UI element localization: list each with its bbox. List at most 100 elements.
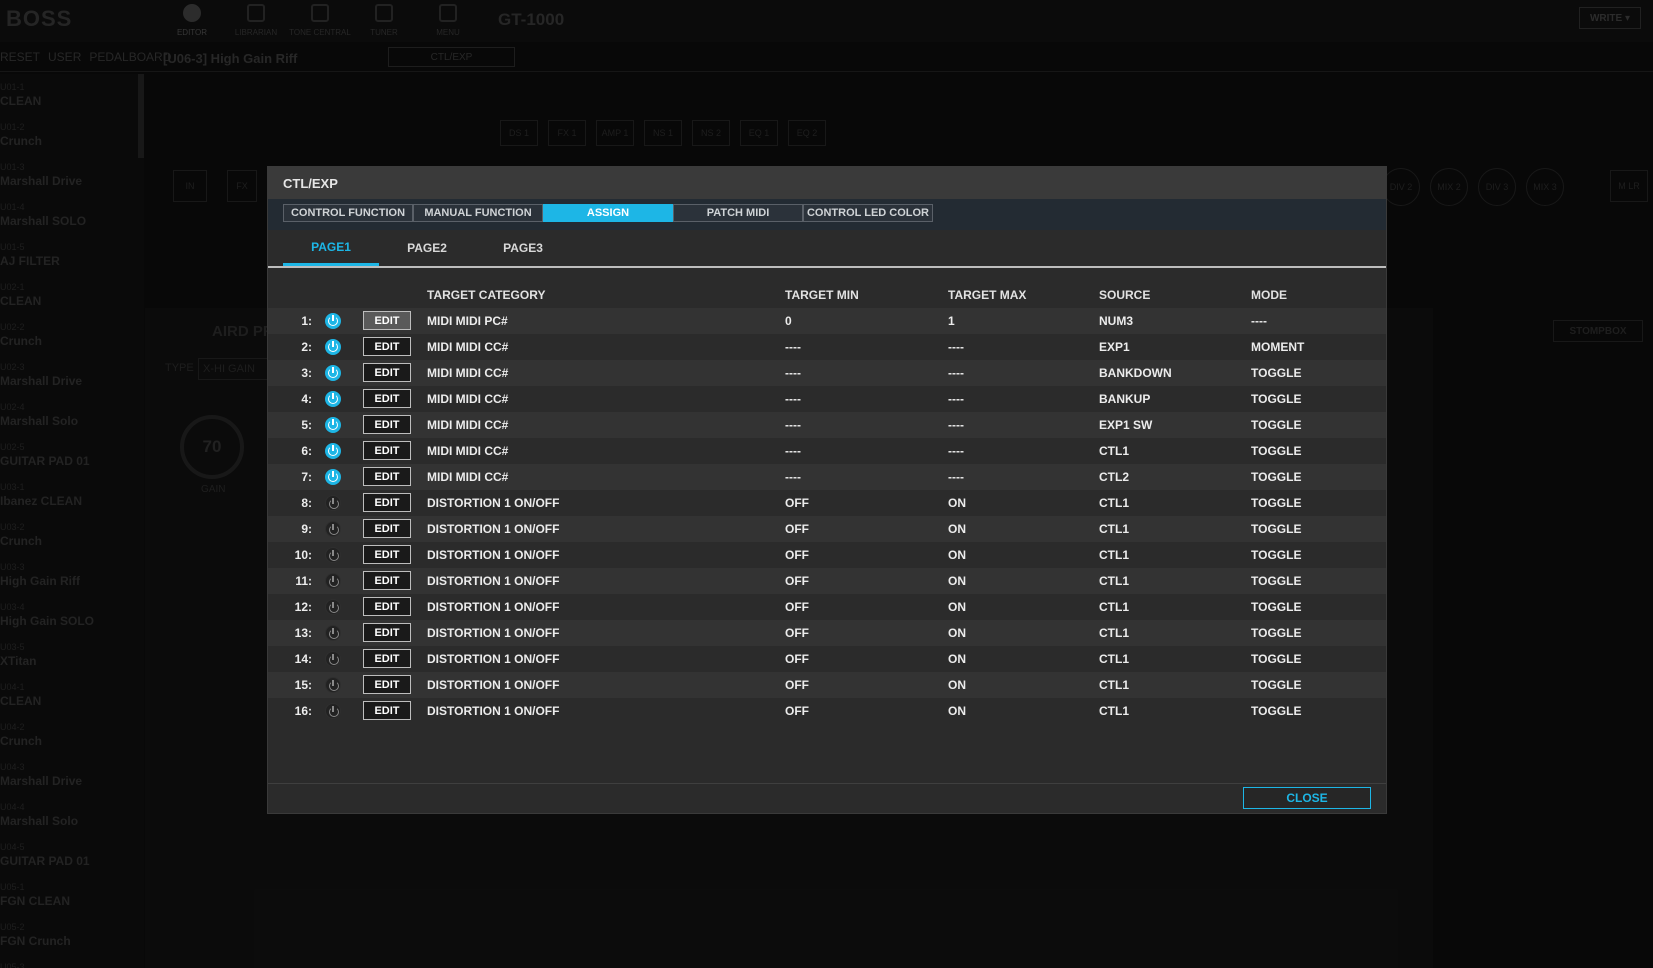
edit-button[interactable]: EDIT bbox=[363, 519, 411, 538]
edit-button[interactable]: EDIT bbox=[363, 337, 411, 356]
tab-control-function[interactable]: CONTROL FUNCTION bbox=[283, 204, 413, 222]
target-max: ---- bbox=[948, 340, 964, 354]
tab-patch-midi[interactable]: PATCH MIDI bbox=[673, 204, 803, 222]
source: CTL1 bbox=[1099, 652, 1129, 666]
target-category: DISTORTION 1 ON/OFF bbox=[427, 522, 560, 536]
power-icon[interactable] bbox=[325, 495, 341, 511]
power-icon[interactable] bbox=[325, 651, 341, 667]
edit-button[interactable]: EDIT bbox=[363, 597, 411, 616]
edit-button[interactable]: EDIT bbox=[363, 441, 411, 460]
edit-button[interactable]: EDIT bbox=[363, 571, 411, 590]
header-target-max: TARGET MAX bbox=[948, 288, 1027, 302]
target-max: ---- bbox=[948, 444, 964, 458]
target-max: ---- bbox=[948, 392, 964, 406]
assign-number: 8: bbox=[301, 496, 312, 510]
power-icon[interactable] bbox=[325, 469, 341, 485]
mode: TOGGLE bbox=[1251, 574, 1302, 588]
power-icon[interactable] bbox=[325, 677, 341, 693]
target-min: OFF bbox=[785, 574, 809, 588]
edit-button[interactable]: EDIT bbox=[363, 545, 411, 564]
target-max: ON bbox=[948, 704, 966, 718]
target-max: ---- bbox=[948, 418, 964, 432]
page-tab-2[interactable]: PAGE2 bbox=[379, 230, 475, 266]
tab-control-led-color[interactable]: CONTROL LED COLOR bbox=[803, 204, 933, 222]
close-button[interactable]: CLOSE bbox=[1243, 787, 1371, 809]
edit-button[interactable]: EDIT bbox=[363, 649, 411, 668]
dialog-tabs: CONTROL FUNCTION MANUAL FUNCTION ASSIGN PAT… bbox=[268, 199, 1386, 230]
edit-button[interactable]: EDIT bbox=[363, 467, 411, 486]
page-tab-3[interactable]: PAGE3 bbox=[475, 230, 571, 266]
power-icon[interactable] bbox=[325, 703, 341, 719]
target-category: DISTORTION 1 ON/OFF bbox=[427, 574, 560, 588]
power-icon[interactable] bbox=[325, 573, 341, 589]
target-category: MIDI MIDI CC# bbox=[427, 470, 509, 484]
power-icon[interactable] bbox=[325, 365, 341, 381]
source: CTL1 bbox=[1099, 522, 1129, 536]
tab-assign[interactable]: ASSIGN bbox=[543, 204, 673, 222]
assign-row: 3: EDIT MIDI MIDI CC# ---- ---- BANKDOWN TOGGL… bbox=[268, 360, 1386, 386]
mode: TOGGLE bbox=[1251, 600, 1302, 614]
assign-row: 6: EDIT MIDI MIDI CC# ---- ---- CTL1 TOGGLE bbox=[268, 438, 1386, 464]
target-min: OFF bbox=[785, 522, 809, 536]
power-icon[interactable] bbox=[325, 443, 341, 459]
source: BANKUP bbox=[1099, 392, 1151, 406]
target-category: MIDI MIDI CC# bbox=[427, 340, 509, 354]
power-icon[interactable] bbox=[325, 313, 341, 329]
target-max: ON bbox=[948, 652, 966, 666]
assign-number: 5: bbox=[301, 418, 312, 432]
assign-row: 12: EDIT DISTORTION 1 ON/OFF OFF ON CTL1 TOGGL… bbox=[268, 594, 1386, 620]
target-category: MIDI MIDI CC# bbox=[427, 392, 509, 406]
ctl-exp-dialog: CTL/EXP CONTROL FUNCTION MANUAL FUNCTION A… bbox=[267, 166, 1387, 814]
tab-manual-function[interactable]: MANUAL FUNCTION bbox=[413, 204, 543, 222]
assign-row: 7: EDIT MIDI MIDI CC# ---- ---- CTL2 TOGGLE bbox=[268, 464, 1386, 490]
edit-button[interactable]: EDIT bbox=[363, 623, 411, 642]
target-category: MIDI MIDI PC# bbox=[427, 314, 508, 328]
power-icon[interactable] bbox=[325, 391, 341, 407]
assign-row: 5: EDIT MIDI MIDI CC# ---- ---- EXP1 SW TOGGLE bbox=[268, 412, 1386, 438]
power-icon[interactable] bbox=[325, 521, 341, 537]
dialog-footer: CLOSE bbox=[268, 783, 1386, 813]
assign-row: 11: EDIT DISTORTION 1 ON/OFF OFF ON CTL1 TOGGL… bbox=[268, 568, 1386, 594]
target-category: MIDI MIDI CC# bbox=[427, 366, 509, 380]
mode: TOGGLE bbox=[1251, 704, 1302, 718]
edit-button[interactable]: EDIT bbox=[363, 363, 411, 382]
assign-row: 2: EDIT MIDI MIDI CC# ---- ---- EXP1 MOMENT bbox=[268, 334, 1386, 360]
target-category: DISTORTION 1 ON/OFF bbox=[427, 548, 560, 562]
header-target-category: TARGET CATEGORY bbox=[427, 288, 546, 302]
edit-button[interactable]: EDIT bbox=[363, 493, 411, 512]
mode: TOGGLE bbox=[1251, 522, 1302, 536]
target-min: OFF bbox=[785, 652, 809, 666]
mode: ---- bbox=[1251, 314, 1267, 328]
source: NUM3 bbox=[1099, 314, 1134, 328]
header-source: SOURCE bbox=[1099, 288, 1151, 302]
target-category: DISTORTION 1 ON/OFF bbox=[427, 496, 560, 510]
source: CTL1 bbox=[1099, 678, 1129, 692]
source: CTL1 bbox=[1099, 626, 1129, 640]
power-icon[interactable] bbox=[325, 417, 341, 433]
mode: TOGGLE bbox=[1251, 366, 1302, 380]
header-mode: MODE bbox=[1251, 288, 1287, 302]
target-category: DISTORTION 1 ON/OFF bbox=[427, 626, 560, 640]
edit-button[interactable]: EDIT bbox=[363, 701, 411, 720]
edit-button[interactable]: EDIT bbox=[363, 415, 411, 434]
mode: TOGGLE bbox=[1251, 652, 1302, 666]
assign-number: 6: bbox=[301, 444, 312, 458]
dialog-title: CTL/EXP bbox=[268, 167, 1386, 199]
source: CTL1 bbox=[1099, 444, 1129, 458]
edit-button[interactable]: EDIT bbox=[363, 389, 411, 408]
page-tab-1[interactable]: PAGE1 bbox=[283, 230, 379, 266]
power-icon[interactable] bbox=[325, 625, 341, 641]
power-icon[interactable] bbox=[325, 599, 341, 615]
assign-number: 13: bbox=[294, 626, 312, 640]
target-max: ON bbox=[948, 678, 966, 692]
edit-button[interactable]: EDIT bbox=[363, 675, 411, 694]
target-category: DISTORTION 1 ON/OFF bbox=[427, 652, 560, 666]
target-category: MIDI MIDI CC# bbox=[427, 418, 509, 432]
power-icon[interactable] bbox=[325, 339, 341, 355]
assign-row: 10: EDIT DISTORTION 1 ON/OFF OFF ON CTL1 TOGGL… bbox=[268, 542, 1386, 568]
target-min: ---- bbox=[785, 366, 801, 380]
power-icon[interactable] bbox=[325, 547, 341, 563]
edit-button[interactable]: EDIT bbox=[363, 311, 411, 330]
page-tabs: PAGE1 PAGE2 PAGE3 bbox=[268, 230, 1386, 268]
target-min: ---- bbox=[785, 470, 801, 484]
